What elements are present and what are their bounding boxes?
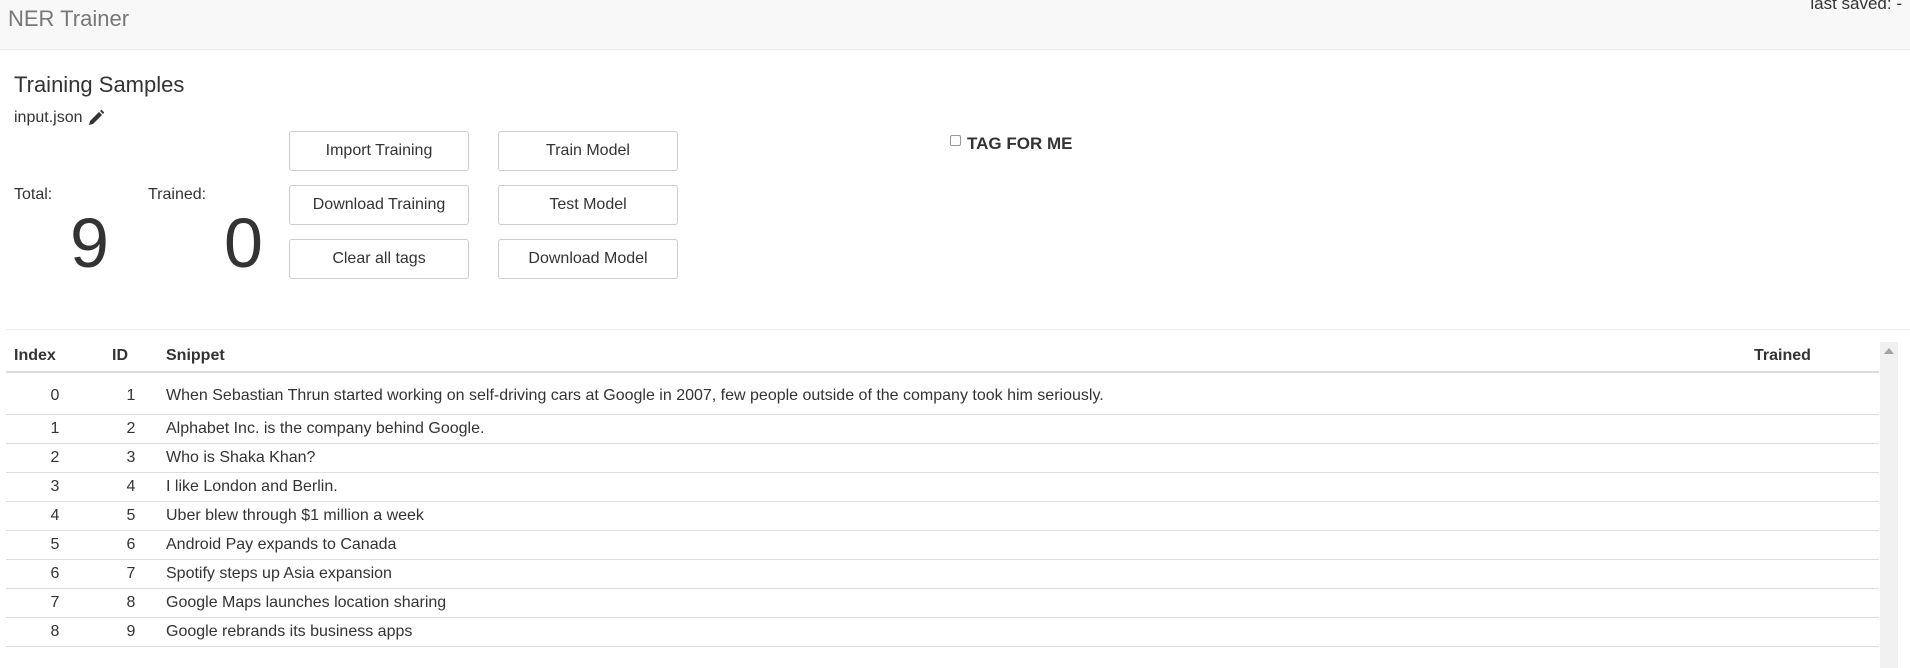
row-index: 8 bbox=[6, 617, 104, 647]
tag-for-me-checkbox[interactable] bbox=[950, 134, 961, 146]
page-title: Training Samples bbox=[14, 72, 185, 97]
table-row[interactable]: 8 9 Google rebrands its business apps bbox=[6, 617, 1879, 647]
pencil-icon[interactable] bbox=[87, 109, 105, 127]
row-id: 7 bbox=[104, 559, 158, 589]
row-trained bbox=[1746, 501, 1879, 531]
row-index: 7 bbox=[6, 588, 104, 618]
trained-label: Trained: bbox=[148, 186, 207, 203]
total-label: Total: bbox=[14, 186, 53, 203]
samples-table-container: Index ID Snippet Trained 0 1 When Sebast… bbox=[6, 340, 1879, 668]
row-trained bbox=[1746, 443, 1879, 473]
table-row[interactable]: 6 7 Spotify steps up Asia expansion bbox=[6, 559, 1879, 589]
row-index: 6 bbox=[6, 559, 104, 589]
table-header-row: Index ID Snippet Trained bbox=[6, 340, 1879, 373]
row-snippet: Alphabet Inc. is the company behind Goog… bbox=[158, 414, 1746, 444]
header-id[interactable]: ID bbox=[104, 340, 158, 373]
table-row[interactable]: 7 8 Google Maps launches location sharin… bbox=[6, 588, 1879, 618]
row-snippet: I like London and Berlin. bbox=[158, 472, 1746, 502]
table-row[interactable]: 1 2 Alphabet Inc. is the company behind … bbox=[6, 414, 1879, 444]
row-snippet: Uber blew through $1 million a week bbox=[158, 501, 1746, 531]
tag-for-me-label[interactable]: TAG FOR ME bbox=[967, 134, 1072, 154]
row-trained bbox=[1746, 559, 1879, 589]
table-row[interactable]: 2 3 Who is Shaka Khan? bbox=[6, 443, 1879, 473]
row-id: 1 bbox=[104, 372, 158, 415]
row-trained bbox=[1746, 414, 1879, 444]
train-model-button[interactable]: Train Model bbox=[498, 131, 678, 171]
download-training-button[interactable]: Download Training bbox=[289, 185, 469, 225]
row-trained bbox=[1746, 588, 1879, 618]
samples-table: Index ID Snippet Trained 0 1 When Sebast… bbox=[6, 340, 1879, 647]
table-row[interactable]: 4 5 Uber blew through $1 million a week bbox=[6, 501, 1879, 531]
table-row[interactable]: 3 4 I like London and Berlin. bbox=[6, 472, 1879, 502]
row-id: 5 bbox=[104, 501, 158, 531]
table-row[interactable]: 0 1 When Sebastian Thrun started working… bbox=[6, 372, 1879, 415]
row-trained bbox=[1746, 530, 1879, 560]
row-id: 4 bbox=[104, 472, 158, 502]
row-index: 2 bbox=[6, 443, 104, 473]
row-id: 2 bbox=[104, 414, 158, 444]
row-id: 8 bbox=[104, 588, 158, 618]
row-id: 9 bbox=[104, 617, 158, 647]
row-snippet: Spotify steps up Asia expansion bbox=[158, 559, 1746, 589]
table-row[interactable]: 5 6 Android Pay expands to Canada bbox=[6, 530, 1879, 560]
row-index: 1 bbox=[6, 414, 104, 444]
table-scrollbar[interactable] bbox=[1880, 342, 1898, 668]
table-body: 0 1 When Sebastian Thrun started working… bbox=[6, 372, 1879, 647]
app-brand[interactable]: NER Trainer bbox=[8, 6, 129, 32]
total-value: 9 bbox=[70, 204, 109, 282]
header-index[interactable]: Index bbox=[6, 340, 104, 373]
download-model-button[interactable]: Download Model bbox=[498, 239, 678, 279]
row-index: 3 bbox=[6, 472, 104, 502]
row-id: 3 bbox=[104, 443, 158, 473]
clear-all-tags-button[interactable]: Clear all tags bbox=[289, 239, 469, 279]
row-trained bbox=[1746, 472, 1879, 502]
header-trained[interactable]: Trained bbox=[1746, 340, 1879, 373]
scroll-up-arrow-icon[interactable] bbox=[1884, 348, 1894, 354]
import-training-button[interactable]: Import Training bbox=[289, 131, 469, 171]
filename-row: input.json bbox=[14, 109, 105, 127]
row-trained bbox=[1746, 372, 1879, 415]
filename-label: input.json bbox=[14, 109, 83, 126]
row-snippet: Who is Shaka Khan? bbox=[158, 443, 1746, 473]
row-index: 5 bbox=[6, 530, 104, 560]
row-snippet: Android Pay expands to Canada bbox=[158, 530, 1746, 560]
row-snippet: When Sebastian Thrun started working on … bbox=[158, 372, 1746, 415]
navbar: NER Trainer last saved: - bbox=[0, 0, 1910, 50]
trained-value: 0 bbox=[224, 204, 263, 282]
header-snippet[interactable]: Snippet bbox=[158, 340, 1746, 373]
row-index: 4 bbox=[6, 501, 104, 531]
row-index: 0 bbox=[6, 372, 104, 415]
row-snippet: Google rebrands its business apps bbox=[158, 617, 1746, 647]
row-trained bbox=[1746, 617, 1879, 647]
test-model-button[interactable]: Test Model bbox=[498, 185, 678, 225]
row-id: 6 bbox=[104, 530, 158, 560]
section-divider bbox=[6, 329, 1910, 330]
last-saved-status: last saved: - bbox=[1810, 0, 1902, 13]
row-snippet: Google Maps launches location sharing bbox=[158, 588, 1746, 618]
tag-for-me-toggle: TAG FOR ME bbox=[950, 134, 1072, 154]
